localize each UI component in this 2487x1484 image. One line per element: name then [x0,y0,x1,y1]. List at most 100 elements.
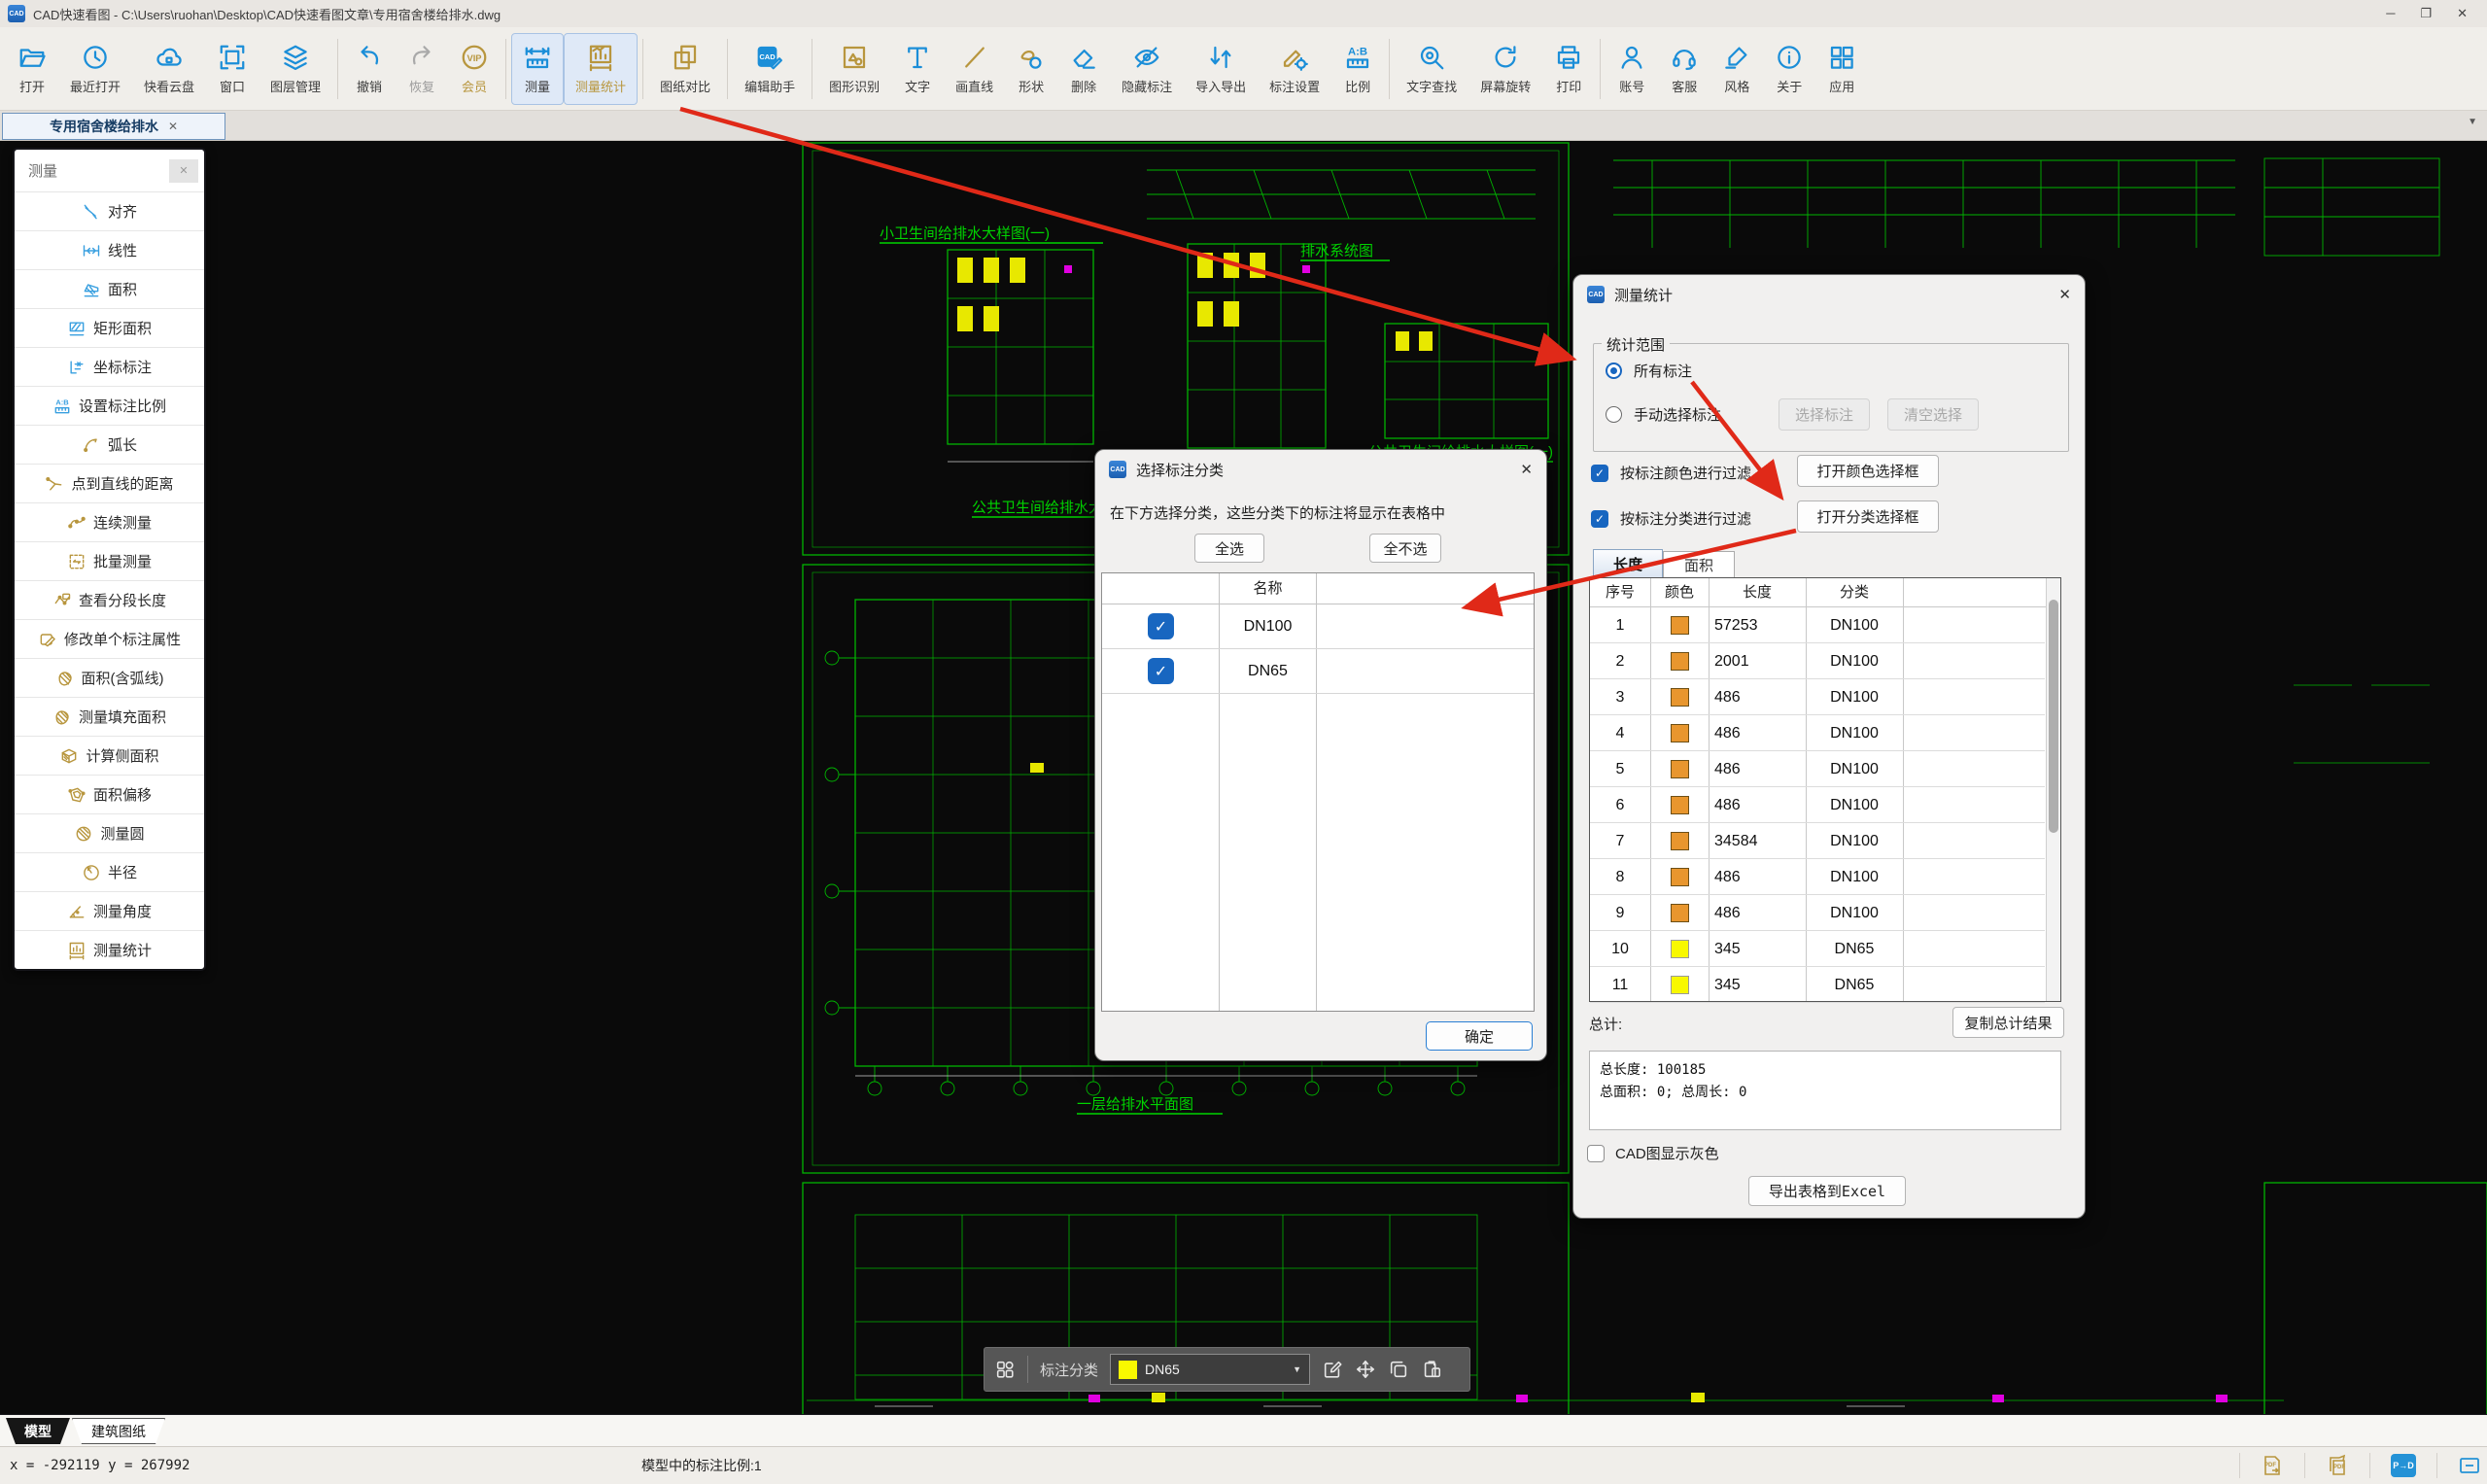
move-icon[interactable] [1355,1359,1376,1380]
row-checkbox-checked[interactable] [1148,658,1174,684]
tab-length[interactable]: 长度 [1593,549,1663,577]
dialog-titlebar[interactable]: CAD 测量统计 [1573,275,2085,314]
classification-row[interactable]: DN100 [1102,604,1534,649]
tab-architectural-drawing[interactable]: 建筑图纸 [72,1418,165,1444]
screen-panel-icon[interactable] [2458,1454,2481,1477]
toolbar-button-account[interactable]: 账号 [1606,33,1658,105]
paste-icon[interactable] [1421,1359,1442,1380]
export-pdf-icon[interactable]: PDF [2261,1454,2284,1477]
filter-by-color-option[interactable]: 按标注颜色进行过滤 [1591,463,1751,483]
row-checkbox-checked[interactable] [1148,613,1174,639]
toolbar-button-text[interactable]: 文字 [891,33,944,105]
edit-annotation-icon[interactable] [1322,1359,1343,1380]
toolbar-button-about[interactable]: 关于 [1763,33,1815,105]
classification-dropdown[interactable]: DN65 [1110,1354,1310,1385]
toolbar-button-annotation-settings[interactable]: 标注设置 [1258,33,1331,105]
select-annotations-button[interactable]: 选择标注 [1779,398,1870,431]
measure-tool-area[interactable]: 面积 [15,269,204,308]
measure-tool-coordinate[interactable]: 坐标标注 [15,347,204,386]
checkbox-checked-icon[interactable] [1591,510,1608,528]
measure-tool-rect-area[interactable]: 矩形面积 [15,308,204,347]
table-row[interactable]: 9486DN100 [1590,895,2045,931]
maximize-button[interactable] [2420,6,2432,21]
toolbar-button-measure[interactable]: 测量 [511,33,564,105]
checkbox-unchecked-icon[interactable] [1587,1145,1605,1162]
toolbar-button-measure-stats[interactable]: 测量统计 [564,33,638,105]
table-row[interactable]: 6486DN100 [1590,787,2045,823]
scope-manual-option[interactable]: 手动选择标注 [1606,404,1721,425]
toolbar-button-cloud-drive[interactable]: 快看云盘 [132,33,206,105]
toolbar-button-hide-annotations[interactable]: 隐藏标注 [1110,33,1184,105]
toolbar-button-open[interactable]: 打开 [6,33,58,105]
copy-icon[interactable] [1388,1359,1409,1380]
scope-all-option[interactable]: 所有标注 [1606,361,1692,381]
scrollbar-thumb[interactable] [2049,600,2058,833]
toolbar-button-window[interactable]: 窗口 [206,33,259,105]
measure-tool-area-arc[interactable]: 面积(含弧线) [15,658,204,697]
filter-by-class-option[interactable]: 按标注分类进行过滤 [1591,508,1751,529]
toolbar-button-apps[interactable]: 应用 [1815,33,1868,105]
batch-export-pdf-icon[interactable]: PDF [2326,1454,2349,1477]
measure-tool-area-offset[interactable]: 面积偏移 [15,775,204,813]
checkbox-checked-icon[interactable] [1591,465,1608,482]
tab-area[interactable]: 面积 [1663,551,1735,577]
table-row[interactable]: 5486DN100 [1590,751,2045,787]
toolbar-button-shape-recognition[interactable]: 图形识别 [817,33,891,105]
toolbar-button-drawing-compare[interactable]: 图纸对比 [648,33,722,105]
measure-tool-edit-annotation[interactable]: 修改单个标注属性 [15,619,204,658]
select-all-button[interactable]: 全选 [1194,534,1264,563]
table-row[interactable]: 4486DN100 [1590,715,2045,751]
toolbar-button-layer-manager[interactable]: 图层管理 [259,33,332,105]
toolbar-button-vip-member[interactable]: VIP 会员 [448,33,501,105]
measure-tool-segment-length[interactable]: 查看分段长度 [15,580,204,619]
radio-selected-icon[interactable] [1606,362,1622,379]
measure-tool-fill-area[interactable]: 测量填充面积 [15,697,204,736]
dialog-close-icon[interactable] [1520,461,1533,478]
measure-panel-close-icon[interactable] [169,159,198,183]
table-row[interactable]: 3486DN100 [1590,679,2045,715]
table-scrollbar[interactable] [2046,578,2060,1001]
open-color-picker-button[interactable]: 打开颜色选择框 [1797,455,1939,487]
pdf-to-dwg-button[interactable]: P→D [2391,1454,2416,1477]
classification-row[interactable]: DN65 [1102,649,1534,694]
toolbar-button-text-search[interactable]: 文字查找 [1395,33,1468,105]
tab-close-icon[interactable] [168,120,178,133]
measure-tool-side-area[interactable]: 计算侧面积 [15,736,204,775]
open-class-picker-button[interactable]: 打开分类选择框 [1797,500,1939,533]
cad-gray-option[interactable]: CAD图显示灰色 [1587,1143,1719,1163]
table-row[interactable]: 11345DN65 [1590,967,2045,1003]
table-row[interactable]: 157253DN100 [1590,607,2045,643]
copy-total-button[interactable]: 复制总计结果 [1952,1007,2064,1038]
toolbar-button-edit-assistant[interactable]: CAD 编辑助手 [733,33,807,105]
table-row[interactable]: 734584DN100 [1590,823,2045,859]
toolbar-button-draw-line[interactable]: 画直线 [944,33,1005,105]
measure-tool-batch[interactable]: 批量测量 [15,541,204,580]
category-grid-icon[interactable] [994,1359,1016,1380]
toolbar-button-recent-open[interactable]: 最近打开 [58,33,132,105]
toolbar-button-scale[interactable]: A:B 比例 [1331,33,1384,105]
toolbar-button-import-export[interactable]: 导入导出 [1184,33,1258,105]
clear-selection-button[interactable]: 清空选择 [1887,398,1979,431]
ok-button[interactable]: 确定 [1426,1021,1533,1051]
toolbar-button-undo[interactable]: 撤销 [343,33,396,105]
measure-tool-continuous[interactable]: 连续测量 [15,502,204,541]
measure-tool-angle[interactable]: 测量角度 [15,891,204,930]
radio-unselected-icon[interactable] [1606,406,1622,423]
toolbar-button-screen-rotate[interactable]: 屏幕旋转 [1468,33,1542,105]
measure-tool-set-scale[interactable]: A:B设置标注比例 [15,386,204,425]
dialog-titlebar[interactable]: CAD 选择标注分类 [1095,450,1546,489]
toolbar-button-style[interactable]: 风格 [1710,33,1763,105]
close-button[interactable] [2457,6,2468,21]
document-tab[interactable]: 专用宿舍楼给排水 [2,113,225,140]
tab-list-dropdown-icon[interactable] [2468,117,2477,127]
export-excel-button[interactable]: 导出表格到Excel [1748,1176,1906,1206]
toolbar-button-support[interactable]: 客服 [1658,33,1710,105]
measure-tool-statistics[interactable]: 测量统计 [15,930,204,969]
measure-tool-radius[interactable]: 半径 [15,852,204,891]
measure-tool-circle[interactable]: 测量圆 [15,813,204,852]
tab-model[interactable]: 模型 [6,1418,70,1444]
toolbar-button-delete[interactable]: 删除 [1057,33,1110,105]
measure-tool-arc-length[interactable]: 弧长 [15,425,204,464]
table-row[interactable]: 8486DN100 [1590,859,2045,895]
measure-tool-align[interactable]: 对齐 [15,191,204,230]
